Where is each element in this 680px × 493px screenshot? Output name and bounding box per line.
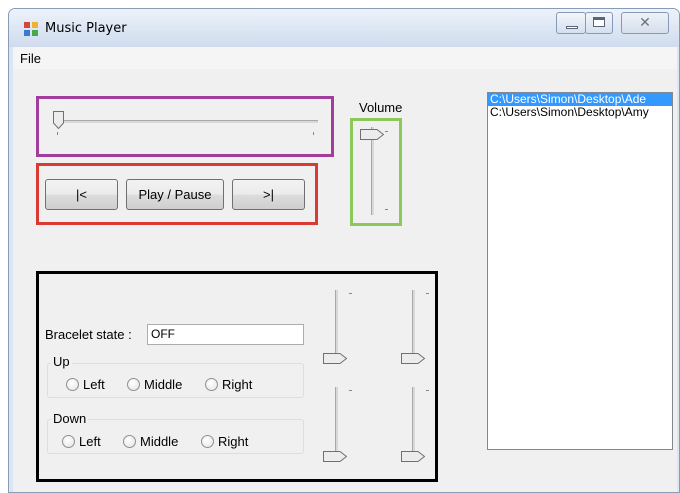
radio-circle[interactable] [201, 435, 214, 448]
window-title: Music Player [45, 21, 127, 36]
seek-track[interactable] [55, 120, 318, 123]
seek-highlight [36, 96, 334, 157]
bracelet-slider-track[interactable] [335, 290, 338, 362]
bracelet-slider-thumb[interactable] [401, 451, 425, 462]
seek-tick [57, 132, 58, 135]
bracelet-state-label: Bracelet state : [45, 327, 132, 342]
bracelet-slider-track[interactable] [412, 290, 415, 362]
bracelet-slider-tick [349, 390, 352, 391]
menu-file[interactable]: File [20, 51, 41, 66]
play-pause-button[interactable]: Play / Pause [126, 179, 224, 210]
radio-label: Middle [144, 377, 183, 392]
volume-tick [385, 131, 388, 132]
volume-track[interactable] [371, 127, 374, 215]
menu-bar: File [13, 47, 677, 69]
app-icon [24, 22, 38, 36]
down-radio-middle[interactable]: Middle [123, 434, 178, 449]
radio-label: Right [218, 434, 249, 449]
radio-circle[interactable] [62, 435, 75, 448]
close-button[interactable]: ✕ [621, 12, 669, 34]
bracelet-slider-tick [426, 293, 429, 294]
playlist-item[interactable]: C:\Users\Simon\Desktop\Amy [488, 106, 672, 119]
playlist-listbox[interactable]: C:\Users\Simon\Desktop\Ade C:\Users\Simo… [487, 92, 673, 450]
radio-label: Right [222, 377, 253, 392]
next-button[interactable]: >| [232, 179, 305, 210]
radio-label: Left [79, 434, 101, 449]
bracelet-slider-track[interactable] [335, 387, 338, 459]
bracelet-slider-thumb[interactable] [401, 353, 425, 364]
radio-circle[interactable] [66, 378, 79, 391]
seek-tick [313, 132, 314, 135]
down-radio-right[interactable]: Right [201, 434, 248, 449]
playlist-item-path: C:\Users\Simon\Desktop\Ade [490, 92, 647, 106]
bracelet-slider-track[interactable] [412, 387, 415, 459]
volume-thumb[interactable] [360, 129, 384, 140]
minimize-icon [566, 26, 578, 29]
radio-circle[interactable] [205, 378, 218, 391]
radio-circle[interactable] [127, 378, 140, 391]
title-bar[interactable]: Music Player ✕ [9, 9, 679, 47]
close-icon: ✕ [639, 15, 651, 31]
bracelet-state-field[interactable]: OFF [147, 324, 304, 345]
seek-thumb[interactable] [53, 111, 64, 129]
up-radio-middle[interactable]: Middle [127, 377, 182, 392]
bracelet-slider-thumb[interactable] [323, 353, 347, 364]
minimize-button[interactable] [556, 12, 586, 34]
bracelet-slider-thumb[interactable] [323, 451, 347, 462]
up-group-title: Up [51, 354, 72, 369]
client-area: File |< Play / Pause >| Volume C:\Users\… [13, 47, 677, 492]
up-radio-left[interactable]: Left [66, 377, 105, 392]
maximize-button[interactable] [585, 12, 613, 34]
volume-tick [385, 209, 388, 210]
maximize-icon [593, 17, 605, 27]
down-radio-left[interactable]: Left [62, 434, 101, 449]
bracelet-slider-tick [349, 293, 352, 294]
radio-label: Middle [140, 434, 179, 449]
volume-label: Volume [359, 100, 403, 115]
bracelet-slider-tick [426, 390, 429, 391]
up-radio-right[interactable]: Right [205, 377, 252, 392]
playlist-item-path: C:\Users\Simon\Desktop\Amy [490, 105, 649, 119]
radio-label: Left [83, 377, 105, 392]
previous-button[interactable]: |< [45, 179, 118, 210]
radio-circle[interactable] [123, 435, 136, 448]
down-group-title: Down [51, 411, 89, 426]
music-player-window: Music Player ✕ File |< Play / Pause >| V… [8, 8, 680, 493]
